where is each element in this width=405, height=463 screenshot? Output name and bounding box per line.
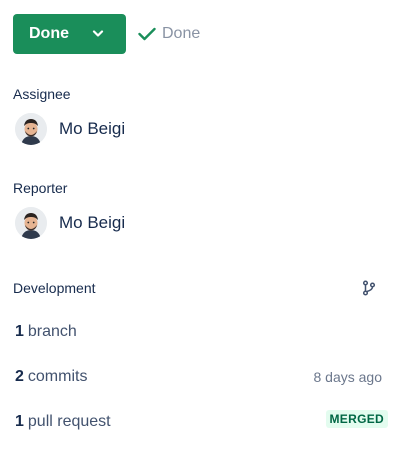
branch-count: 1 xyxy=(15,323,24,340)
assignee-name: Mo Beigi xyxy=(59,119,126,138)
resolution-label: Done xyxy=(162,25,201,42)
assignee-label: Assignee xyxy=(13,86,71,102)
check-icon xyxy=(138,27,156,41)
reporter-label: Reporter xyxy=(13,180,68,196)
pull-request-label: pull request xyxy=(27,413,111,430)
chevron-down-icon xyxy=(92,30,104,38)
pull-request-count: 1 xyxy=(15,413,24,430)
commits-link[interactable]: 2 commits xyxy=(15,368,87,386)
status-row: Done Done xyxy=(13,14,200,54)
development-label: Development xyxy=(13,280,96,296)
pull-requests-link[interactable]: 1 pull request xyxy=(15,413,111,431)
reporter-name: Mo Beigi xyxy=(59,213,126,232)
commit-label: commits xyxy=(27,368,88,385)
reporter-user[interactable]: Mo Beigi xyxy=(15,207,125,239)
commit-timestamp: 8 days ago xyxy=(313,369,383,385)
avatar xyxy=(15,113,47,145)
merged-badge: MERGED xyxy=(325,410,388,428)
commit-count: 2 xyxy=(15,368,24,385)
status-dropdown-button[interactable]: Done xyxy=(13,14,126,54)
resolution-indicator: Done xyxy=(138,25,200,43)
assignee-user[interactable]: Mo Beigi xyxy=(15,113,125,145)
avatar xyxy=(15,207,47,239)
branches-link[interactable]: 1 branch xyxy=(15,323,77,341)
branch-label: branch xyxy=(27,323,77,340)
branch-icon[interactable] xyxy=(361,280,377,296)
status-button-label: Done xyxy=(29,25,69,42)
